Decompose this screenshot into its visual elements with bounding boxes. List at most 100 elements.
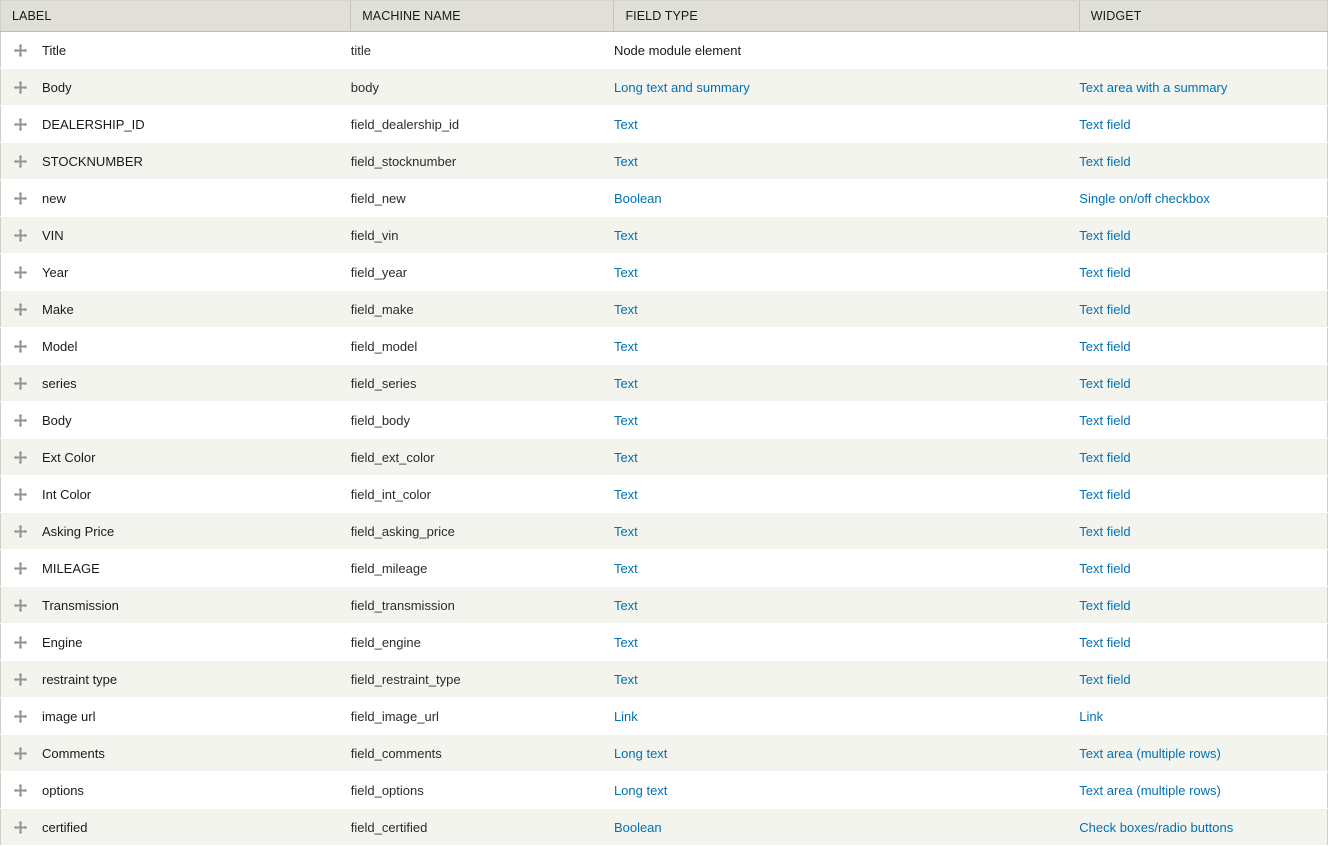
widget-link[interactable]: Text field <box>1079 228 1130 243</box>
move-cross-icon[interactable] <box>1 117 33 131</box>
widget-link[interactable]: Text field <box>1079 598 1130 613</box>
move-cross-icon[interactable] <box>1 339 33 353</box>
widget-link[interactable]: Text field <box>1079 561 1130 576</box>
move-cross-icon[interactable] <box>1 154 33 168</box>
cell-widget: Text field <box>1079 364 1328 402</box>
field-type-link[interactable]: Text <box>614 635 638 650</box>
field-type-link[interactable]: Boolean <box>614 191 662 206</box>
move-cross-icon[interactable] <box>1 302 33 316</box>
field-type-link[interactable]: Text <box>614 154 638 169</box>
table-row[interactable]: Transmission field_transmission Text Text f… <box>0 586 1328 624</box>
field-type-link[interactable]: Text <box>614 117 638 132</box>
widget-link[interactable]: Text field <box>1079 154 1130 169</box>
widget-link[interactable]: Single on/off checkbox <box>1079 191 1210 206</box>
widget-link[interactable]: Text area (multiple rows) <box>1079 746 1221 761</box>
cell-label: Int Color <box>0 475 351 513</box>
table-row[interactable]: Engine field_engine Text Text field <box>0 623 1328 661</box>
field-label-text: series <box>42 375 77 391</box>
cell-machine-name: field_model <box>350 327 614 365</box>
cell-label: MILEAGE <box>0 549 351 587</box>
widget-link[interactable]: Text area with a summary <box>1079 80 1227 95</box>
table-row[interactable]: STOCKNUMBER field_stocknumber Text Text fie… <box>0 142 1328 180</box>
table-row[interactable]: Ext Color field_ext_color Text Text field <box>0 438 1328 476</box>
move-cross-icon[interactable] <box>1 709 33 723</box>
field-type-link[interactable]: Text <box>614 672 638 687</box>
move-cross-icon[interactable] <box>1 265 33 279</box>
field-label-text: Title <box>42 42 67 58</box>
move-cross-icon[interactable] <box>1 598 33 612</box>
table-row[interactable]: Year field_year Text Text field <box>0 253 1328 291</box>
move-cross-icon[interactable] <box>1 80 33 94</box>
move-cross-icon[interactable] <box>1 43 33 57</box>
table-row[interactable]: image url field_image_url Link Link <box>0 697 1328 735</box>
table-row[interactable]: Make field_make Text Text field <box>0 290 1328 328</box>
move-cross-icon[interactable] <box>1 783 33 797</box>
table-row[interactable]: MILEAGE field_mileage Text Text field <box>0 549 1328 587</box>
table-row[interactable]: options field_options Long text Text area (… <box>0 771 1328 809</box>
move-cross-icon[interactable] <box>1 487 33 501</box>
move-cross-icon[interactable] <box>1 746 33 760</box>
widget-link[interactable]: Text area (multiple rows) <box>1079 783 1221 798</box>
field-type-link[interactable]: Long text <box>614 746 668 761</box>
table-row[interactable]: restraint type field_restraint_type Text Te… <box>0 660 1328 698</box>
field-type-link[interactable]: Boolean <box>614 820 662 835</box>
table-row[interactable]: VIN field_vin Text Text field <box>0 216 1328 254</box>
table-row[interactable]: Comments field_comments Long text Text area… <box>0 734 1328 772</box>
table-row[interactable]: Body field_body Text Text field <box>0 401 1328 439</box>
widget-link[interactable]: Text field <box>1079 117 1130 132</box>
table-row[interactable]: Body body Long text and summary Text area w… <box>0 68 1328 106</box>
field-type-link[interactable]: Text <box>614 561 638 576</box>
field-type-link[interactable]: Text <box>614 413 638 428</box>
widget-link[interactable]: Text field <box>1079 339 1130 354</box>
field-type-link[interactable]: Text <box>614 228 638 243</box>
move-cross-icon[interactable] <box>1 672 33 686</box>
field-type-link[interactable]: Text <box>614 265 638 280</box>
column-header-field-type: FIELD TYPE <box>613 0 1080 32</box>
table-row[interactable]: Model field_model Text Text field <box>0 327 1328 365</box>
field-type-link[interactable]: Text <box>614 450 638 465</box>
widget-link[interactable]: Text field <box>1079 524 1130 539</box>
cell-machine-name: field_transmission <box>350 586 614 624</box>
field-type-link[interactable]: Text <box>614 598 638 613</box>
table-row[interactable]: series field_series Text Text field <box>0 364 1328 402</box>
table-row[interactable]: certified field_certified Boolean Check box… <box>0 808 1328 846</box>
move-cross-icon[interactable] <box>1 524 33 538</box>
table-row[interactable]: new field_new Boolean Single on/off checkbo… <box>0 179 1328 217</box>
field-label-text: options <box>42 782 84 798</box>
table-row[interactable]: Title title Node module element <box>0 31 1328 69</box>
widget-link[interactable]: Text field <box>1079 672 1130 687</box>
field-type-link[interactable]: Text <box>614 302 638 317</box>
table-row[interactable]: DEALERSHIP_ID field_dealership_id Text Text… <box>0 105 1328 143</box>
table-row[interactable]: Asking Price field_asking_price Text Text f… <box>0 512 1328 550</box>
field-type-link[interactable]: Text <box>614 376 638 391</box>
field-type-link[interactable]: Link <box>614 709 638 724</box>
field-type-link[interactable]: Long text and summary <box>614 80 750 95</box>
cell-field-type: Link <box>613 697 1080 735</box>
move-cross-icon[interactable] <box>1 376 33 390</box>
widget-link[interactable]: Text field <box>1079 376 1130 391</box>
move-cross-icon[interactable] <box>1 820 33 834</box>
move-cross-icon[interactable] <box>1 228 33 242</box>
widget-link[interactable]: Text field <box>1079 413 1130 428</box>
widget-link[interactable]: Text field <box>1079 302 1130 317</box>
move-cross-icon[interactable] <box>1 413 33 427</box>
table-row[interactable]: Int Color field_int_color Text Text field <box>0 475 1328 513</box>
field-type-link[interactable]: Long text <box>614 783 668 798</box>
move-cross-icon[interactable] <box>1 450 33 464</box>
widget-link[interactable]: Text field <box>1079 265 1130 280</box>
move-cross-icon[interactable] <box>1 191 33 205</box>
cell-label: Body <box>0 401 351 439</box>
field-type-link[interactable]: Text <box>614 339 638 354</box>
field-label-text: Comments <box>42 745 105 761</box>
widget-link[interactable]: Check boxes/radio buttons <box>1079 820 1233 835</box>
widget-link[interactable]: Text field <box>1079 635 1130 650</box>
widget-link[interactable]: Link <box>1079 709 1103 724</box>
widget-link[interactable]: Text field <box>1079 487 1130 502</box>
widget-link[interactable]: Text field <box>1079 450 1130 465</box>
field-type-text: Node module element <box>613 42 742 58</box>
field-type-link[interactable]: Text <box>614 524 638 539</box>
cell-label: Make <box>0 290 351 328</box>
move-cross-icon[interactable] <box>1 561 33 575</box>
move-cross-icon[interactable] <box>1 635 33 649</box>
field-type-link[interactable]: Text <box>614 487 638 502</box>
